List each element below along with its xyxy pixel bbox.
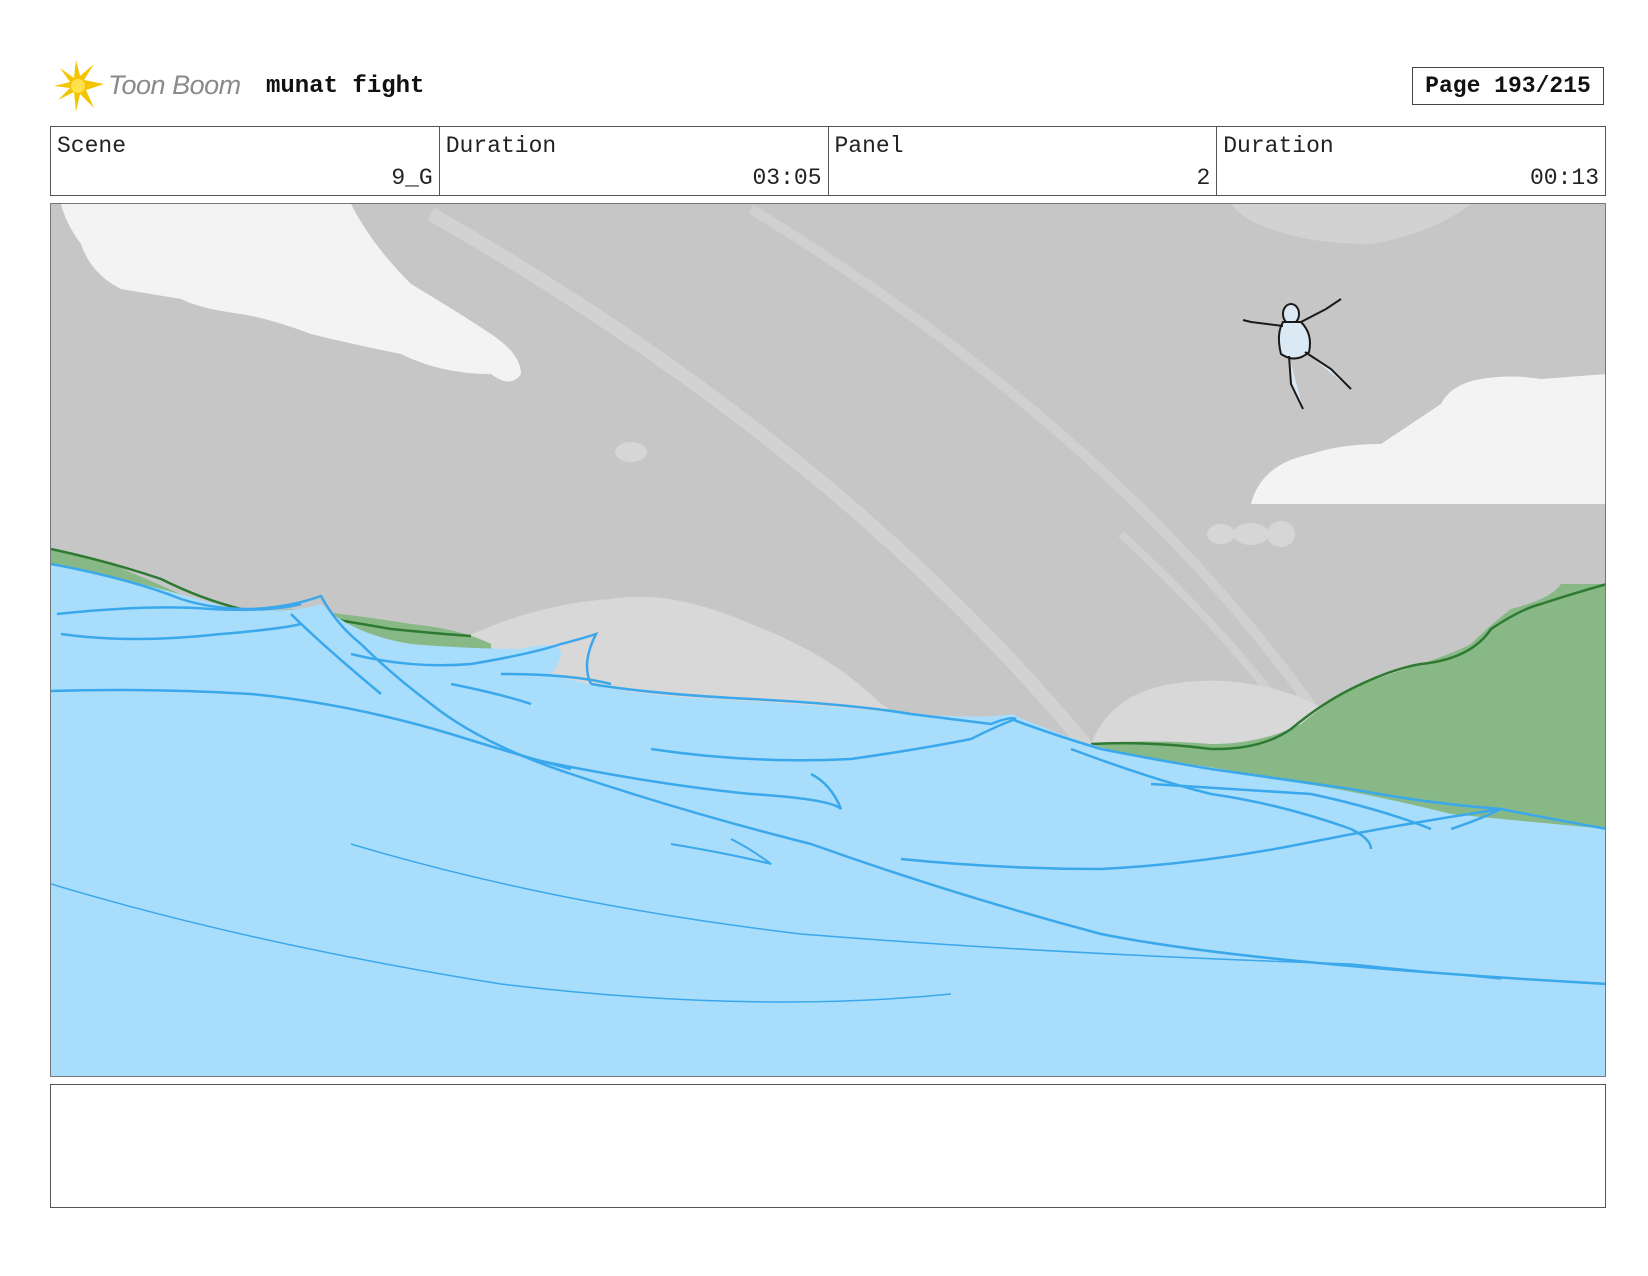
panel-duration-value: 00:13 bbox=[1529, 165, 1599, 191]
scene-duration-label: Duration bbox=[445, 133, 557, 159]
cloud-puff bbox=[1207, 524, 1235, 544]
cloud-puff bbox=[615, 442, 647, 462]
logo-wordmark: Toon Boom bbox=[108, 70, 241, 100]
starburst-icon bbox=[54, 60, 104, 112]
scene-value: 9_G bbox=[391, 165, 433, 191]
panel-duration-label: Duration bbox=[1223, 133, 1334, 159]
cloud-puff bbox=[1233, 523, 1269, 545]
scene-duration-cell: Duration 03:05 bbox=[440, 127, 829, 195]
cloud-puff bbox=[1267, 521, 1295, 547]
panel-label: Panel bbox=[834, 133, 904, 159]
page-number: Page 193/215 bbox=[1412, 67, 1604, 105]
panel-value: 2 bbox=[1196, 165, 1211, 191]
panel-cell: Panel 2 bbox=[829, 127, 1218, 195]
project-title: munat fight bbox=[266, 73, 425, 100]
notes-box bbox=[50, 1084, 1606, 1208]
scene-duration-value: 03:05 bbox=[752, 165, 822, 191]
scene-info-table: Scene 9_G Duration 03:05 Panel 2 Duratio… bbox=[50, 126, 1606, 196]
toon-boom-logo: Toon Boom bbox=[54, 60, 254, 114]
scene-cell: Scene 9_G bbox=[51, 127, 440, 195]
panel-duration-cell: Duration 00:13 bbox=[1217, 127, 1605, 195]
scene-label: Scene bbox=[57, 133, 127, 159]
panel-drawing bbox=[51, 204, 1605, 1076]
storyboard-panel bbox=[50, 203, 1606, 1077]
